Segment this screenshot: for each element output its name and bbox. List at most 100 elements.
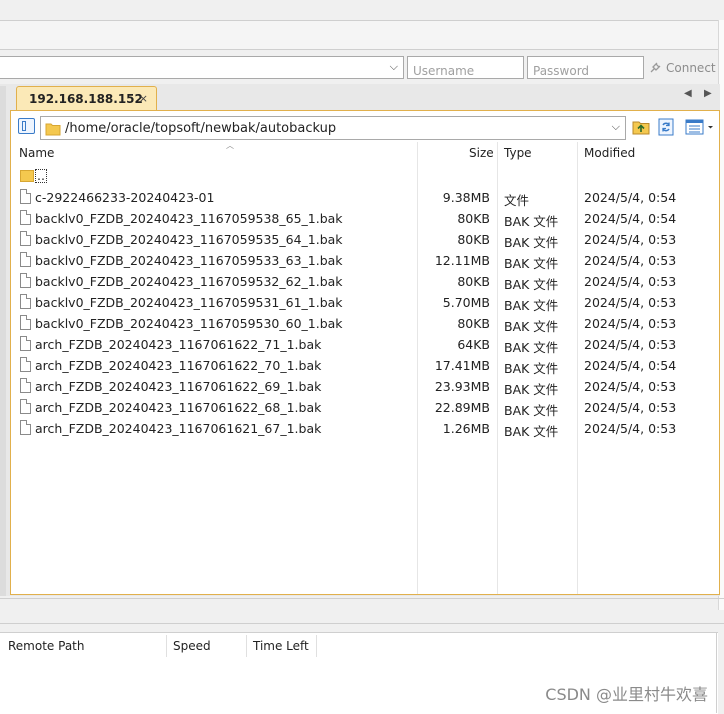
refresh-button[interactable] [655,116,677,138]
password-field[interactable]: Password [527,56,644,79]
file-name: arch_FZDB_20240423_1167061622_71_1.bak [35,337,322,352]
file-modified: 2024/5/4, 0:54 [584,358,677,373]
list-item[interactable]: backlv0_FZDB_20240423_1167059531_61_1.ba… [14,292,718,313]
file-size: 9.38MB [442,190,490,205]
list-item[interactable]: backlv0_FZDB_20240423_1167059532_62_1.ba… [14,271,718,292]
tab-prev-arrow-icon[interactable]: ◀ [684,88,692,99]
tree-view-toggle-icon[interactable] [18,118,35,134]
file-name: backlv0_FZDB_20240423_1167059531_61_1.ba… [35,295,343,310]
file-size: 80KB [457,232,490,247]
list-item[interactable]: backlv0_FZDB_20240423_1167059538_65_1.ba… [14,208,718,229]
file-type: BAK 文件 [504,298,559,313]
file-icon [20,420,31,435]
sort-indicator-icon: ︿ [226,141,234,150]
list-item[interactable]: arch_FZDB_20240423_1167061622_69_1.bak 23… [14,376,718,397]
file-size: 80KB [457,211,490,226]
username-field[interactable]: Username [407,56,524,79]
queue-column-speed[interactable]: Speed [173,639,211,653]
tab-next-arrow-icon[interactable]: ▶ [704,88,712,99]
file-name: backlv0_FZDB_20240423_1167059532_62_1.ba… [35,274,343,289]
file-size: 1.26MB [442,421,490,436]
column-divider[interactable] [316,635,317,657]
tab-session[interactable]: 192.168.188.152 × [16,86,157,110]
file-size: 64KB [457,337,490,352]
file-modified: 2024/5/4, 0:54 [584,211,677,226]
list-item-parent[interactable]: .. [14,166,718,187]
file-icon [20,378,31,393]
list-item[interactable]: arch_FZDB_20240423_1167061622_71_1.bak 64… [14,334,718,355]
folder-icon [20,168,34,182]
splitter[interactable] [0,623,724,624]
file-size: 5.70MB [442,295,490,310]
file-type: BAK 文件 [504,424,559,439]
file-name: arch_FZDB_20240423_1167061621_67_1.bak [35,421,322,436]
file-icon [20,336,31,351]
file-type: BAK 文件 [504,277,559,292]
splitter[interactable] [0,598,724,599]
file-icon [20,273,31,288]
path-combobox[interactable]: /home/oracle/topsoft/newbak/autobackup ⌵ [40,116,626,140]
password-placeholder: Password [533,64,590,78]
watermark: CSDN @业里村牛欢喜 [545,685,708,704]
file-icon [20,399,31,414]
list-item[interactable]: backlv0_FZDB_20240423_1167059535_64_1.ba… [14,229,718,250]
column-size[interactable]: Size [469,146,494,160]
queue-column-time-left[interactable]: Time Left [253,639,309,653]
tab-label: 192.168.188.152 [29,92,143,106]
column-modified[interactable]: Modified [584,146,635,160]
folder-icon [45,123,61,136]
connect-button[interactable]: Connect [648,56,718,79]
column-header: Name ︿ Size Type Modified [14,141,718,594]
host-combobox[interactable]: ⌵ [0,56,404,79]
queue-panel-edge [716,632,717,713]
file-size: 17.41MB [434,358,490,373]
file-type: BAK 文件 [504,214,559,229]
list-item[interactable]: arch_FZDB_20240423_1167061622_68_1.bak 22… [14,397,718,418]
file-size: 23.93MB [434,379,490,394]
file-modified: 2024/5/4, 0:53 [584,337,677,352]
list-item[interactable]: backlv0_FZDB_20240423_1167059530_60_1.ba… [14,313,718,334]
path-bar: /home/oracle/topsoft/newbak/autobackup ⌵ [14,114,718,142]
list-item[interactable]: backlv0_FZDB_20240423_1167059533_63_1.ba… [14,250,718,271]
file-size: 80KB [457,274,490,289]
column-type[interactable]: Type [504,146,532,160]
column-name[interactable]: Name [19,146,54,160]
file-list: .. c-2922466233-20240423-01 9.38MB 文件 2024/… [14,166,718,586]
file-type: 文件 [504,193,530,208]
file-name: backlv0_FZDB_20240423_1167059538_65_1.ba… [35,211,343,226]
file-name: arch_FZDB_20240423_1167061622_68_1.bak [35,400,322,415]
chevron-down-icon[interactable]: ⌵ [390,60,398,74]
refresh-icon [658,118,674,136]
file-size: 12.11MB [434,253,490,268]
left-splitter[interactable] [0,86,6,596]
file-size: 22.89MB [434,400,490,415]
list-item[interactable]: c-2922466233-20240423-01 9.38MB 文件 2024/5/4… [14,187,718,208]
column-divider[interactable] [246,635,247,657]
path-value: /home/oracle/topsoft/newbak/autobackup [65,121,337,136]
file-size: 80KB [457,316,490,331]
list-item[interactable]: arch_FZDB_20240423_1167061621_67_1.bak 1.… [14,418,718,439]
username-placeholder: Username [413,64,475,78]
file-name: arch_FZDB_20240423_1167061622_70_1.bak [35,358,322,373]
chevron-down-icon[interactable]: ⌵ [612,120,620,134]
view-menu-button[interactable] [684,116,716,138]
file-icon [20,189,31,204]
file-icon [20,357,31,372]
list-item[interactable]: arch_FZDB_20240423_1167061622_70_1.bak 17… [14,355,718,376]
file-type: BAK 文件 [504,256,559,271]
column-divider[interactable] [166,635,167,657]
file-name: backlv0_FZDB_20240423_1167059530_60_1.ba… [35,316,343,331]
file-type: BAK 文件 [504,340,559,355]
file-modified: 2024/5/4, 0:53 [584,232,677,247]
queue-column-remote-path[interactable]: Remote Path [8,639,84,653]
file-modified: 2024/5/4, 0:53 [584,316,677,331]
close-icon[interactable]: × [139,92,148,105]
toolbar-strip [0,20,720,50]
file-name: c-2922466233-20240423-01 [35,190,215,205]
parent-dir-button[interactable] [630,116,652,138]
file-modified: 2024/5/4, 0:54 [584,190,677,205]
file-icon [20,252,31,267]
title-band [0,0,724,20]
file-type: BAK 文件 [504,403,559,418]
file-type: BAK 文件 [504,235,559,250]
